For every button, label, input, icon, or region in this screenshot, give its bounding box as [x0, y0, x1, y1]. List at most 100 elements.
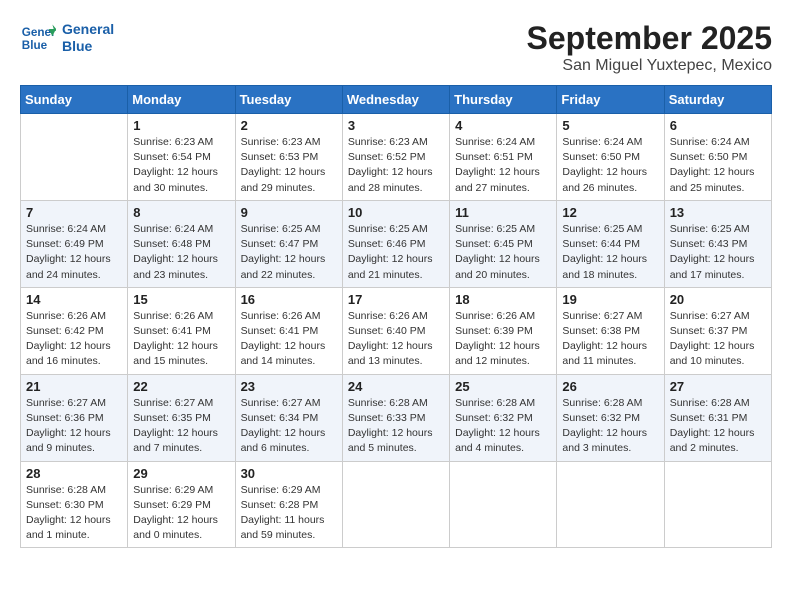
- day-number: 5: [562, 118, 658, 133]
- header-cell-sunday: Sunday: [21, 86, 128, 114]
- day-number: 7: [26, 205, 122, 220]
- day-number: 29: [133, 466, 229, 481]
- day-number: 20: [670, 292, 766, 307]
- calendar-cell: [557, 461, 664, 548]
- header-row: SundayMondayTuesdayWednesdayThursdayFrid…: [21, 86, 772, 114]
- day-number: 1: [133, 118, 229, 133]
- calendar-table: SundayMondayTuesdayWednesdayThursdayFrid…: [20, 85, 772, 548]
- day-number: 11: [455, 205, 551, 220]
- month-title: September 2025: [527, 20, 772, 57]
- calendar-cell: 14 Sunrise: 6:26 AM Sunset: 6:42 PM Dayli…: [21, 287, 128, 374]
- calendar-cell: 30Sunrise: 6:29 AM Sunset: 6:28 PM Dayli…: [235, 461, 342, 548]
- day-number: 21: [26, 379, 122, 394]
- day-info: Sunrise: 6:25 AM Sunset: 6:45 PM Dayligh…: [455, 222, 551, 283]
- day-info: Sunrise: 6:26 AM Sunset: 6:40 PM Dayligh…: [348, 309, 444, 370]
- logo-line2: Blue: [62, 38, 92, 54]
- logo-line1: General: [62, 21, 114, 37]
- day-info: Sunrise: 6:26 AM Sunset: 6:39 PM Dayligh…: [455, 309, 551, 370]
- day-info: Sunrise: 6:28 AM Sunset: 6:33 PM Dayligh…: [348, 396, 444, 457]
- day-info: Sunrise: 6:25 AM Sunset: 6:44 PM Dayligh…: [562, 222, 658, 283]
- title-area: September 2025 San Miguel Yuxtepec, Mexi…: [527, 20, 772, 75]
- calendar-cell: 17 Sunrise: 6:26 AM Sunset: 6:40 PM Dayli…: [342, 287, 449, 374]
- day-number: 8: [133, 205, 229, 220]
- calendar-cell: 25 Sunrise: 6:28 AM Sunset: 6:32 PM Dayli…: [450, 374, 557, 461]
- day-number: 17: [348, 292, 444, 307]
- calendar-cell: 7 Sunrise: 6:24 AM Sunset: 6:49 PM Daylig…: [21, 200, 128, 287]
- day-number: 23: [241, 379, 337, 394]
- calendar-cell: 22 Sunrise: 6:27 AM Sunset: 6:35 PM Dayli…: [128, 374, 235, 461]
- calendar-cell: 3 Sunrise: 6:23 AM Sunset: 6:52 PM Daylig…: [342, 114, 449, 201]
- location-title: San Miguel Yuxtepec, Mexico: [527, 57, 772, 75]
- day-info: Sunrise: 6:29 AM Sunset: 6:28 PM Dayligh…: [241, 483, 337, 544]
- calendar-cell: 27 Sunrise: 6:28 AM Sunset: 6:31 PM Dayli…: [664, 374, 771, 461]
- calendar-cell: [450, 461, 557, 548]
- day-number: 13: [670, 205, 766, 220]
- calendar-cell: 18 Sunrise: 6:26 AM Sunset: 6:39 PM Dayli…: [450, 287, 557, 374]
- calendar-cell: 15 Sunrise: 6:26 AM Sunset: 6:41 PM Dayli…: [128, 287, 235, 374]
- calendar-cell: 29 Sunrise: 6:29 AM Sunset: 6:29 PM Dayli…: [128, 461, 235, 548]
- calendar-cell: 20 Sunrise: 6:27 AM Sunset: 6:37 PM Dayli…: [664, 287, 771, 374]
- calendar-cell: 10 Sunrise: 6:25 AM Sunset: 6:46 PM Dayli…: [342, 200, 449, 287]
- day-number: 15: [133, 292, 229, 307]
- day-number: 22: [133, 379, 229, 394]
- day-number: 19: [562, 292, 658, 307]
- day-info: Sunrise: 6:27 AM Sunset: 6:36 PM Dayligh…: [26, 396, 122, 457]
- day-info: Sunrise: 6:27 AM Sunset: 6:35 PM Dayligh…: [133, 396, 229, 457]
- day-number: 10: [348, 205, 444, 220]
- day-info: Sunrise: 6:24 AM Sunset: 6:49 PM Dayligh…: [26, 222, 122, 283]
- day-number: 25: [455, 379, 551, 394]
- day-number: 4: [455, 118, 551, 133]
- day-number: 6: [670, 118, 766, 133]
- calendar-cell: [21, 114, 128, 201]
- day-number: 16: [241, 292, 337, 307]
- calendar-cell: 26 Sunrise: 6:28 AM Sunset: 6:32 PM Dayli…: [557, 374, 664, 461]
- day-info: Sunrise: 6:23 AM Sunset: 6:54 PM Dayligh…: [133, 135, 229, 196]
- calendar-cell: 6 Sunrise: 6:24 AM Sunset: 6:50 PM Daylig…: [664, 114, 771, 201]
- day-info: Sunrise: 6:28 AM Sunset: 6:32 PM Dayligh…: [455, 396, 551, 457]
- calendar-cell: 28Sunrise: 6:28 AM Sunset: 6:30 PM Dayli…: [21, 461, 128, 548]
- day-info: Sunrise: 6:24 AM Sunset: 6:50 PM Dayligh…: [670, 135, 766, 196]
- day-info: Sunrise: 6:25 AM Sunset: 6:46 PM Dayligh…: [348, 222, 444, 283]
- header: General Blue General Blue September 2025…: [20, 20, 772, 75]
- calendar-cell: [342, 461, 449, 548]
- logo-text: General Blue: [62, 21, 114, 55]
- day-info: Sunrise: 6:29 AM Sunset: 6:29 PM Dayligh…: [133, 483, 229, 544]
- week-row-5: 28Sunrise: 6:28 AM Sunset: 6:30 PM Dayli…: [21, 461, 772, 548]
- day-info: Sunrise: 6:25 AM Sunset: 6:47 PM Dayligh…: [241, 222, 337, 283]
- day-info: Sunrise: 6:25 AM Sunset: 6:43 PM Dayligh…: [670, 222, 766, 283]
- day-number: 14: [26, 292, 122, 307]
- header-cell-wednesday: Wednesday: [342, 86, 449, 114]
- day-info: Sunrise: 6:28 AM Sunset: 6:31 PM Dayligh…: [670, 396, 766, 457]
- header-cell-monday: Monday: [128, 86, 235, 114]
- logo: General Blue General Blue: [20, 20, 114, 56]
- day-number: 18: [455, 292, 551, 307]
- calendar-cell: 9 Sunrise: 6:25 AM Sunset: 6:47 PM Daylig…: [235, 200, 342, 287]
- calendar-cell: 1 Sunrise: 6:23 AM Sunset: 6:54 PM Daylig…: [128, 114, 235, 201]
- day-info: Sunrise: 6:26 AM Sunset: 6:41 PM Dayligh…: [133, 309, 229, 370]
- logo-icon: General Blue: [20, 20, 56, 56]
- week-row-3: 14 Sunrise: 6:26 AM Sunset: 6:42 PM Dayli…: [21, 287, 772, 374]
- calendar-cell: 23Sunrise: 6:27 AM Sunset: 6:34 PM Dayli…: [235, 374, 342, 461]
- day-info: Sunrise: 6:26 AM Sunset: 6:42 PM Dayligh…: [26, 309, 122, 370]
- day-number: 27: [670, 379, 766, 394]
- day-info: Sunrise: 6:24 AM Sunset: 6:51 PM Dayligh…: [455, 135, 551, 196]
- day-number: 3: [348, 118, 444, 133]
- calendar-cell: 21 Sunrise: 6:27 AM Sunset: 6:36 PM Dayli…: [21, 374, 128, 461]
- calendar-cell: 4 Sunrise: 6:24 AM Sunset: 6:51 PM Daylig…: [450, 114, 557, 201]
- day-info: Sunrise: 6:23 AM Sunset: 6:52 PM Dayligh…: [348, 135, 444, 196]
- calendar-cell: 5 Sunrise: 6:24 AM Sunset: 6:50 PM Daylig…: [557, 114, 664, 201]
- day-number: 26: [562, 379, 658, 394]
- day-info: Sunrise: 6:27 AM Sunset: 6:38 PM Dayligh…: [562, 309, 658, 370]
- day-info: Sunrise: 6:27 AM Sunset: 6:37 PM Dayligh…: [670, 309, 766, 370]
- day-info: Sunrise: 6:24 AM Sunset: 6:48 PM Dayligh…: [133, 222, 229, 283]
- calendar-cell: 11 Sunrise: 6:25 AM Sunset: 6:45 PM Dayli…: [450, 200, 557, 287]
- day-info: Sunrise: 6:28 AM Sunset: 6:32 PM Dayligh…: [562, 396, 658, 457]
- day-number: 9: [241, 205, 337, 220]
- calendar-cell: 13 Sunrise: 6:25 AM Sunset: 6:43 PM Dayli…: [664, 200, 771, 287]
- header-cell-thursday: Thursday: [450, 86, 557, 114]
- calendar-header: SundayMondayTuesdayWednesdayThursdayFrid…: [21, 86, 772, 114]
- calendar-cell: 16Sunrise: 6:26 AM Sunset: 6:41 PM Dayli…: [235, 287, 342, 374]
- header-cell-friday: Friday: [557, 86, 664, 114]
- day-info: Sunrise: 6:24 AM Sunset: 6:50 PM Dayligh…: [562, 135, 658, 196]
- day-number: 24: [348, 379, 444, 394]
